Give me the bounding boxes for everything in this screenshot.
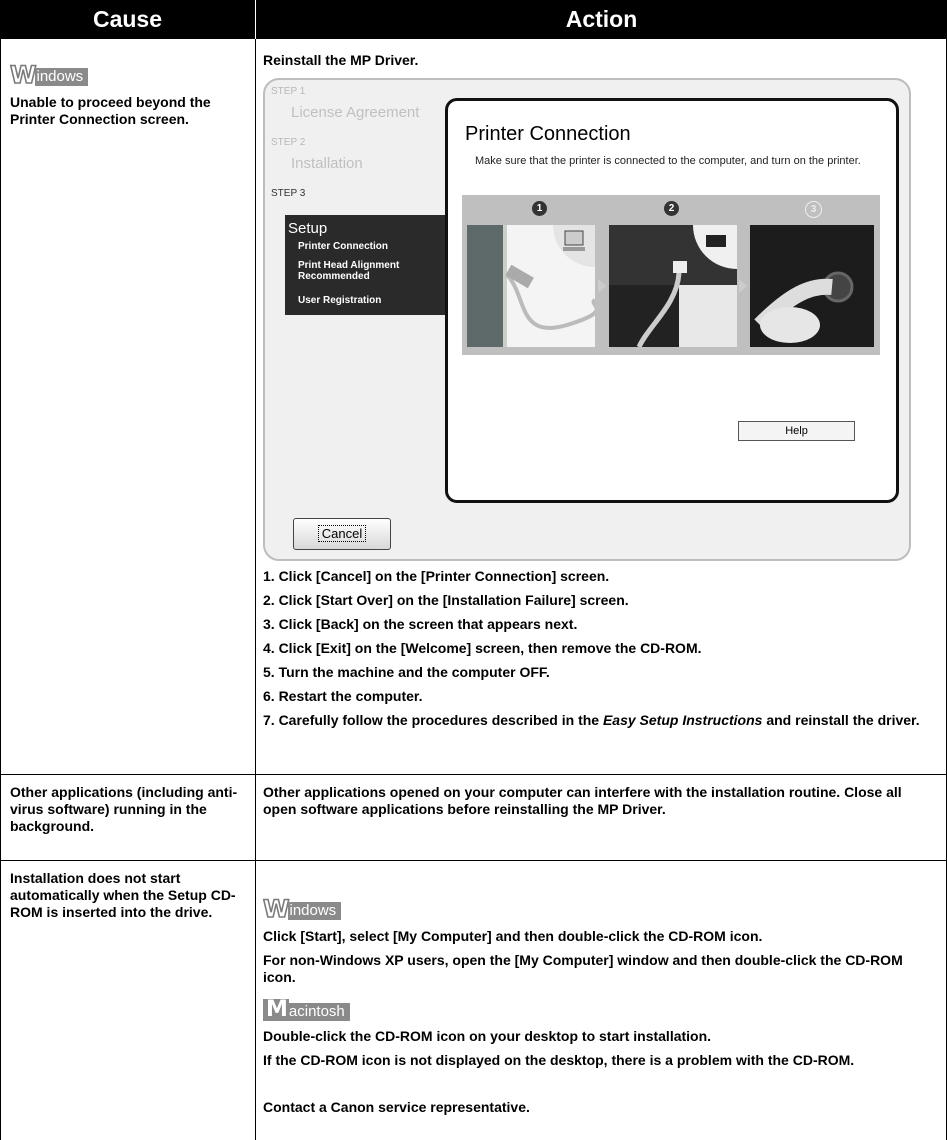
step2-label: STEP 2 bbox=[271, 137, 306, 148]
dialog-text: Make sure that the printer is connected … bbox=[475, 155, 861, 167]
dialog-title: Printer Connection bbox=[465, 123, 631, 145]
setup-step-box: Setup Printer Connection Print Head Alig… bbox=[285, 215, 449, 315]
step-3: 3. Click [Back] on the screen that appea… bbox=[263, 616, 578, 632]
step-7-text-b: and reinstall the driver. bbox=[762, 712, 920, 728]
arrow-right-icon bbox=[598, 279, 606, 293]
windows-badge: Windows bbox=[262, 895, 342, 923]
cause-header: Cause bbox=[0, 0, 255, 39]
windows-badge: Windows bbox=[9, 61, 89, 89]
mac-instruction-1: Double-click the CD-ROM icon on your des… bbox=[263, 1028, 712, 1044]
action-header: Action bbox=[256, 0, 947, 39]
mac-instruction-2: If the CD-ROM icon is not displayed on t… bbox=[263, 1052, 855, 1068]
row-divider bbox=[0, 860, 947, 861]
step-7: 7. Carefully follow the procedures descr… bbox=[263, 712, 938, 729]
step-6: 6. Restart the computer. bbox=[263, 688, 423, 704]
setup-item-print-head: Print Head Alignment Recommended bbox=[298, 260, 400, 282]
step-number-3: 3 bbox=[805, 201, 822, 218]
cancel-button-label: Cancel bbox=[317, 525, 367, 542]
step1-label: STEP 1 bbox=[271, 86, 306, 97]
table-left-border bbox=[0, 39, 1, 1140]
macintosh-badge-letter: M bbox=[263, 999, 289, 1021]
cause-printer-connection: Unable to proceed beyond the Printer Con… bbox=[10, 94, 211, 127]
troubleshooting-table: Cause Action Windows Unable to proceed b… bbox=[0, 0, 947, 1140]
step-number-2: 2 bbox=[664, 201, 679, 216]
windows-badge-text: indows bbox=[35, 68, 89, 86]
usb-cable-printer-photo bbox=[609, 225, 737, 347]
step-5: 5. Turn the machine and the computer OFF… bbox=[263, 664, 550, 680]
action-title-reinstall: Reinstall the MP Driver. bbox=[263, 52, 419, 68]
illustration-strip: 1 2 3 bbox=[462, 195, 880, 355]
step-number-1: 1 bbox=[532, 201, 547, 216]
step-2: 2. Click [Start Over] on the [Installati… bbox=[263, 592, 629, 608]
column-divider bbox=[255, 39, 256, 1140]
cause-other-applications: Other applications (including anti-virus… bbox=[10, 784, 238, 834]
usb-cable-computer-photo bbox=[467, 225, 595, 347]
step-7-text-a: 7. Carefully follow the procedures descr… bbox=[263, 712, 603, 728]
step-1: 1. Click [Cancel] on the [Printer Connec… bbox=[263, 568, 610, 584]
windows-instruction-2: For non-Windows XP users, open the [My C… bbox=[263, 952, 903, 985]
easy-setup-instructions-title: Easy Setup Instructions bbox=[602, 712, 763, 728]
step3-label: STEP 3 bbox=[271, 188, 306, 199]
installer-screenshot: STEP 1 License Agreement STEP 2 Installa… bbox=[263, 78, 911, 561]
reinstall-steps-list: 1. Click [Cancel] on the [Printer Connec… bbox=[263, 568, 938, 736]
printer-connection-dialog: Printer Connection Make sure that the pr… bbox=[445, 98, 899, 503]
windows-instruction-1: Click [Start], select [My Computer] and … bbox=[263, 928, 763, 944]
power-cable-photo bbox=[750, 225, 874, 347]
step2-name: Installation bbox=[291, 155, 363, 172]
macintosh-badge-text: acintosh bbox=[287, 1003, 350, 1021]
arrow-right-icon bbox=[739, 279, 747, 293]
windows-badge-letter: W bbox=[9, 61, 37, 89]
setup-item-user-registration: User Registration bbox=[298, 295, 382, 306]
windows-badge-text: indows bbox=[288, 902, 342, 920]
help-button[interactable]: Help bbox=[738, 421, 855, 441]
row-divider bbox=[0, 774, 947, 775]
setup-item-printer-connection: Printer Connection bbox=[298, 241, 389, 252]
step1-name: License Agreement bbox=[291, 104, 420, 121]
cancel-button[interactable]: Cancel bbox=[293, 518, 391, 550]
mac-instruction-3: Contact a Canon service representative. bbox=[263, 1099, 530, 1115]
action-close-applications: Other applications opened on your comput… bbox=[263, 784, 902, 817]
setup-title: Setup bbox=[288, 220, 328, 237]
macintosh-badge: Macintosh bbox=[263, 999, 350, 1021]
windows-badge-letter: W bbox=[262, 895, 290, 923]
cause-installation-no-start: Installation does not start automaticall… bbox=[10, 870, 236, 920]
step-4: 4. Click [Exit] on the [Welcome] screen,… bbox=[263, 640, 702, 656]
